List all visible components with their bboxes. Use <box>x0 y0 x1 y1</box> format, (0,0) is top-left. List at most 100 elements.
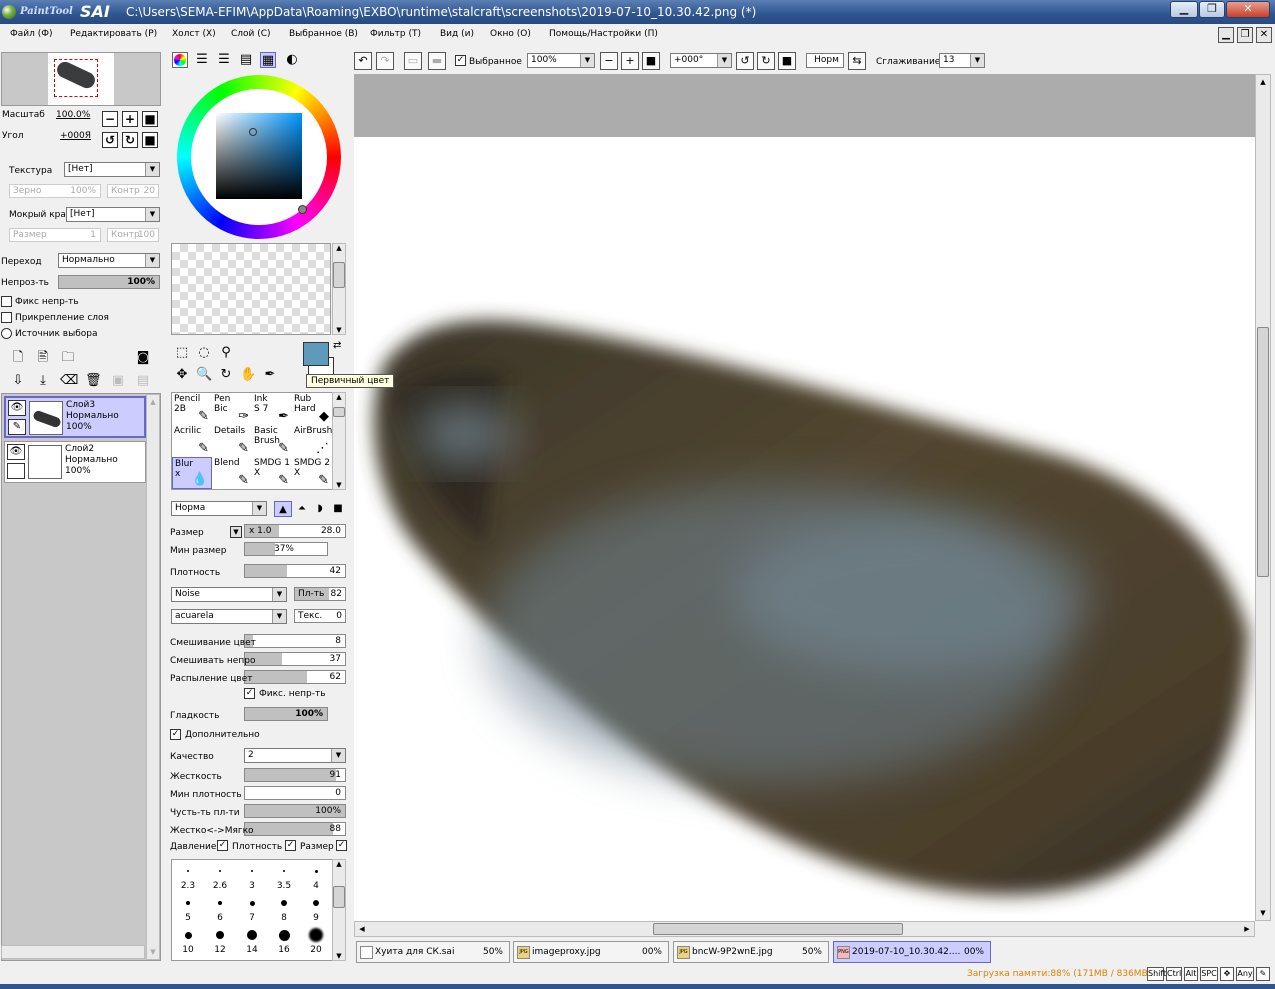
scratchpad[interactable] <box>171 243 331 335</box>
rotate-left-button[interactable]: ↺ <box>102 132 118 148</box>
zoom-in-button[interactable]: + <box>122 111 138 127</box>
tool-pen[interactable]: Pen Bic ✑ <box>212 393 252 425</box>
tool-smdg-1[interactable]: SMDG 1 X ✎ <box>252 457 292 489</box>
menu-canvas[interactable]: Холст (Х) <box>172 29 216 39</box>
document-tab-active[interactable]: PNG 2019-07-10_10.30.42.... 00% <box>833 941 991 963</box>
hsv-sliders-tab[interactable]: ☰ <box>216 52 232 68</box>
contrast-slider[interactable]: Контр 20 <box>107 184 159 198</box>
eye-icon[interactable]: 👁 <box>7 444 25 460</box>
mdi-restore-button[interactable]: ❐ <box>1237 27 1253 43</box>
scrollbar-thumb[interactable] <box>1257 327 1269 577</box>
min-size-slider[interactable]: 37% <box>244 542 328 556</box>
scroll-down-icon[interactable]: ▼ <box>1256 906 1270 920</box>
pressure-size-checkbox[interactable]: ✓ <box>285 840 296 851</box>
scroll-down-icon[interactable]: ▼ <box>333 952 345 960</box>
layer-item[interactable]: 👁 ✎ Слой3 Нормально 100% <box>4 396 146 438</box>
scroll-up-icon[interactable]: ▲ <box>333 244 345 252</box>
hardness-slider[interactable]: 91 <box>244 768 346 782</box>
menu-window[interactable]: Окно (О) <box>490 29 531 39</box>
close-button[interactable]: ✕ <box>1226 1 1270 18</box>
tool-acrilic[interactable]: Acrilic ✎ <box>172 425 212 457</box>
brush-fix-opacity-checkbox[interactable]: ✓ <box>244 688 255 699</box>
sizes-scrollbar[interactable]: ▲ ▼ <box>332 859 346 961</box>
document-tab[interactable]: JPG bncW-9P2wnE.jpg 50% <box>673 941 829 963</box>
clip-layer-checkbox[interactable] <box>1 312 12 323</box>
brush-size-preset[interactable]: 16 <box>268 925 300 957</box>
move-icon[interactable]: ✥ <box>174 367 190 383</box>
tool-blend[interactable]: Blend ✎ <box>212 457 252 489</box>
maximize-button[interactable]: ❐ <box>1199 1 1225 18</box>
size-multiplier-dropdown[interactable]: ▼ <box>230 526 242 538</box>
tool-scrollbar[interactable]: ▲ ▼ <box>332 392 346 490</box>
mdi-minimize-button[interactable]: ▁ <box>1218 27 1234 43</box>
color-wheel-tab[interactable] <box>172 52 188 68</box>
scroll-right-icon[interactable]: ▶ <box>1240 922 1254 936</box>
hand-icon[interactable]: ✋ <box>240 367 256 383</box>
swap-colors-icon[interactable]: ⇄ <box>333 340 341 351</box>
trash-icon[interactable]: 🗑 <box>85 373 102 389</box>
brush-shape-3-icon[interactable]: ◗ <box>312 501 328 517</box>
minimize-button[interactable]: ▁ <box>1170 1 1198 18</box>
color-wheel[interactable] <box>177 75 341 239</box>
brush-size-preset[interactable]: 9 <box>300 893 332 925</box>
brush-shape-select[interactable]: Noise ▼ <box>171 587 287 602</box>
shape-density-slider[interactable]: Пл-ть 82 <box>294 587 346 601</box>
pencil-icon[interactable] <box>7 463 25 479</box>
scroll-down-icon[interactable]: ▼ <box>333 326 345 334</box>
show-selection-checkbox[interactable]: ✓ <box>455 55 466 66</box>
toolbar-zoom-out-button[interactable]: − <box>600 52 618 70</box>
menu-layer[interactable]: Слой (С) <box>231 29 271 39</box>
redo-button[interactable]: ↷ <box>376 52 394 70</box>
tool-details[interactable]: Details ✎ <box>212 425 252 457</box>
toolbar-mode-button[interactable]: Норм <box>806 53 844 68</box>
pencil-icon[interactable]: ✎ <box>8 419 26 435</box>
wet-contrast-slider[interactable]: Контр 100 <box>107 228 159 242</box>
scroll-up-icon[interactable]: ▲ <box>333 860 345 868</box>
blend-color-slider[interactable]: 8 <box>244 634 346 648</box>
brush-size-preset[interactable]: 5 <box>172 893 204 925</box>
min-density-slider[interactable]: 0 <box>244 786 346 800</box>
toolbar-zoom-select[interactable]: 100% ▼ <box>527 53 595 68</box>
canvas[interactable] <box>354 74 1255 921</box>
stabilizer-select[interactable]: 13 ▼ <box>939 53 985 68</box>
scroll-up-icon[interactable]: ▲ <box>333 393 345 401</box>
wet-size-slider[interactable]: Размер 1 <box>9 228 101 242</box>
swatches-tab[interactable]: ▤ <box>238 52 254 68</box>
grain-slider[interactable]: Зерно 100% <box>9 184 101 198</box>
brush-size-preset[interactable]: 3.5 <box>268 861 300 893</box>
scroll-down-icon[interactable]: ▼ <box>333 481 345 489</box>
selection-source-radio[interactable] <box>1 328 12 339</box>
new-folder-icon[interactable]: 🗀 <box>60 350 76 366</box>
brush-size-preset[interactable]: 14 <box>236 925 268 957</box>
brush-shape-2-icon[interactable]: ⏶ <box>294 501 310 517</box>
tool-rub[interactable]: Rub Hard ◆ <box>292 393 332 425</box>
scrollbar-thumb[interactable] <box>333 407 345 417</box>
brush-size-preset[interactable]: 7 <box>236 893 268 925</box>
transfer-down-icon[interactable]: ⇩ <box>10 373 26 389</box>
opacity-slider[interactable]: 100% <box>58 275 160 289</box>
brush-size-preset[interactable]: 12 <box>204 925 236 957</box>
magic-wand-icon[interactable]: ⚲ <box>218 345 234 361</box>
tool-airbrush[interactable]: AirBrush ⋰ <box>292 425 332 457</box>
tool-basic[interactable]: Basic Brush ✎ <box>252 425 292 457</box>
menu-file[interactable]: Файл (Ф) <box>10 29 53 39</box>
angle-value[interactable]: +000Я <box>60 131 91 141</box>
rotate-icon[interactable]: ↻ <box>218 367 234 383</box>
blend-mode-select[interactable]: Нормально ▼ <box>58 253 160 268</box>
smoothness-slider[interactable]: 100% <box>244 707 328 721</box>
brush-size-preset[interactable]: 4 <box>300 861 332 893</box>
menu-view[interactable]: Вид (и) <box>440 29 474 39</box>
rgb-sliders-tab[interactable]: ☰ <box>194 52 210 68</box>
tool-blur[interactable]: Blur x 💧 <box>172 457 212 489</box>
tool-smdg-2[interactable]: SMDG 2 X ✎ <box>292 457 332 489</box>
lasso-icon[interactable]: ◌ <box>196 345 212 361</box>
new-linework-icon[interactable]: 🖹 <box>35 350 51 366</box>
scrollbar-thumb[interactable] <box>653 923 903 935</box>
invert-selection-button[interactable]: ▬ <box>428 52 446 70</box>
texture-strength-slider[interactable]: Текс. 0 <box>294 609 346 623</box>
eye-icon[interactable]: 👁 <box>8 400 26 416</box>
zoom-value[interactable]: 100.0% <box>56 110 90 120</box>
quality-select[interactable]: 2 ▼ <box>244 748 346 763</box>
scratchpad-scrollbar[interactable]: ▲ ▼ <box>332 243 346 335</box>
texture-select[interactable]: [Нет] ▼ <box>64 162 160 177</box>
